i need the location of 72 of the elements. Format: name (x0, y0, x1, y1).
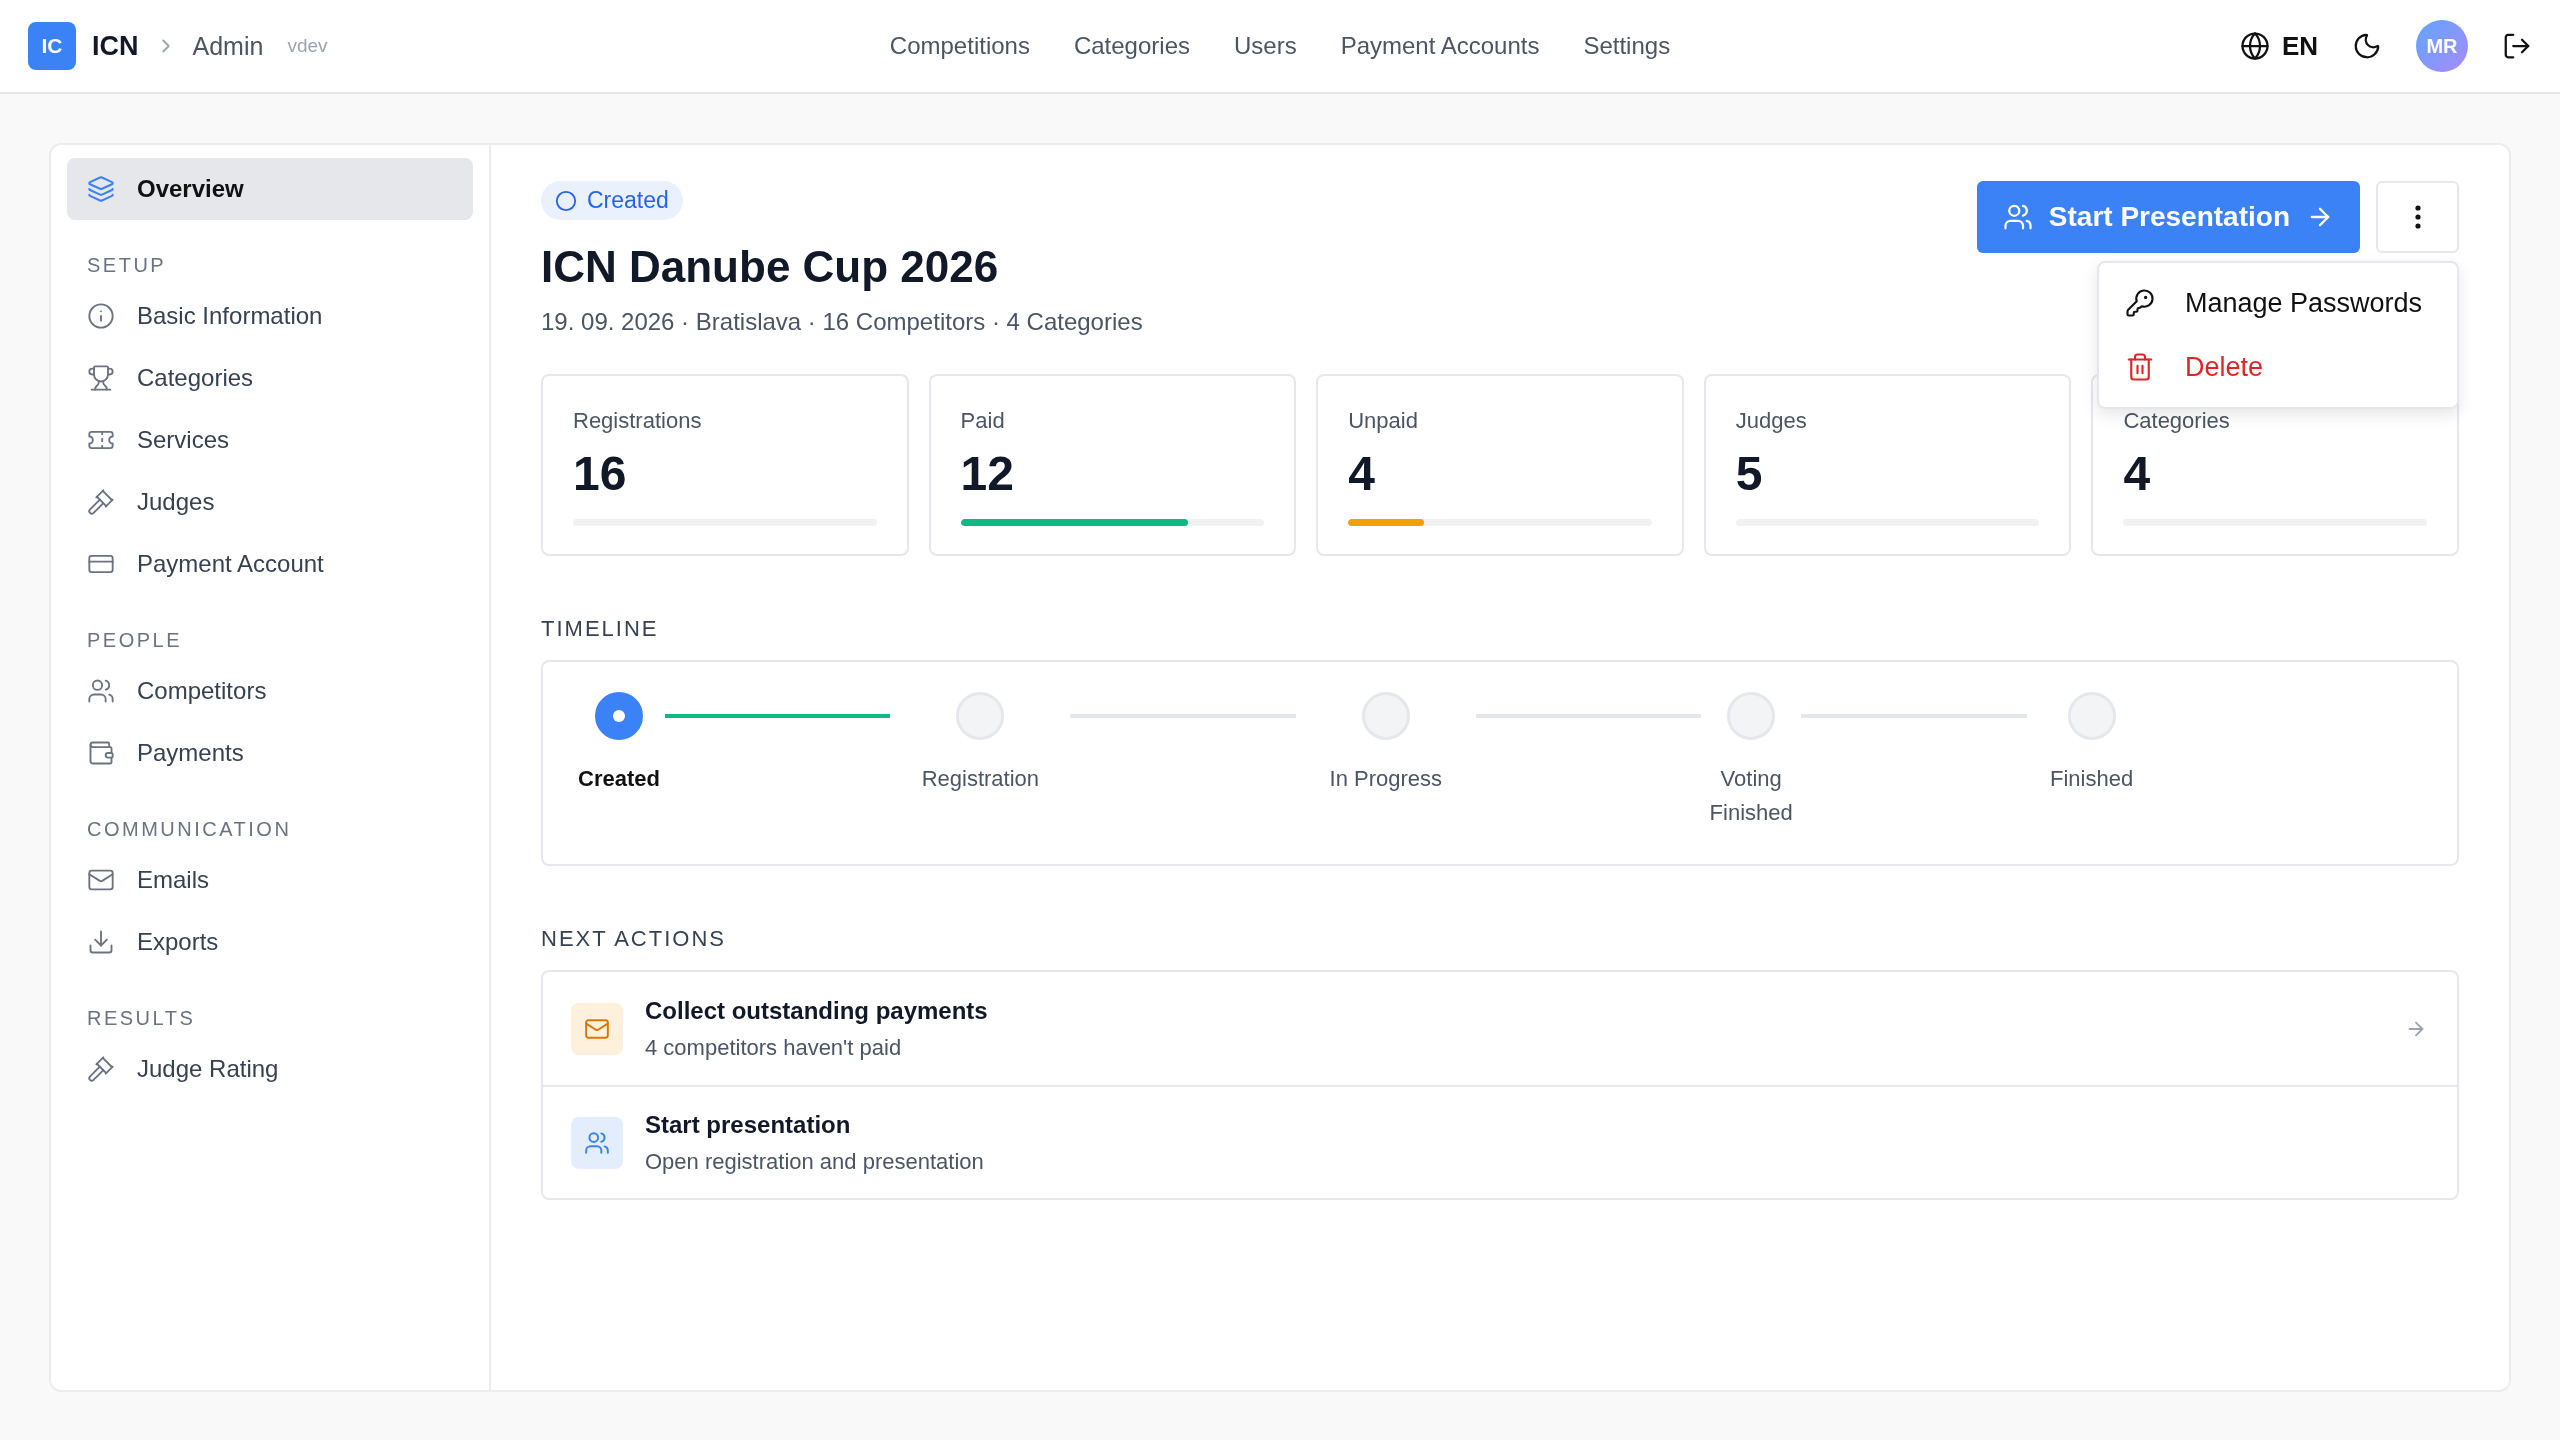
start-presentation-button[interactable]: Start Presentation (1976, 181, 2360, 253)
stat-label: Categories (2123, 408, 2231, 434)
users-icon (571, 1116, 623, 1169)
stat-label: Paid (960, 408, 1006, 434)
stat-value: 4 (1348, 446, 1376, 501)
logo[interactable]: IC (28, 22, 76, 70)
sidebar-item[interactable]: Judge Rating (67, 1038, 473, 1100)
action-subtitle: Open registration and presentation (645, 1148, 985, 1175)
page-subtitle: 19. 09. 2026 · Bratislava · 16 Competitors · 4 Categories (541, 308, 1143, 336)
stat-value: 16 (573, 446, 628, 501)
stat-label: Judges (1735, 408, 1808, 434)
trophy-icon (87, 364, 115, 392)
action-subtitle: 4 competitors haven't paid (645, 1034, 903, 1061)
mail-icon (571, 1002, 623, 1055)
dark-mode-button[interactable] (2352, 31, 2382, 61)
sidebar-item[interactable]: Payments (67, 722, 473, 784)
users-icon (87, 677, 115, 705)
sidebar-item[interactable]: Competitors (67, 660, 473, 722)
info-icon (87, 302, 115, 330)
section-title: PEOPLE (86, 629, 184, 652)
timeline-label: In Progress (1329, 765, 1443, 793)
sidebar-item[interactable]: Emails (67, 849, 473, 911)
sidebar-item[interactable]: Overview (67, 158, 473, 220)
sidebar-item[interactable]: Basic Information (67, 285, 473, 347)
page-title: ICN Danube Cup 2026 (541, 242, 1000, 292)
section-title: COMMUNICATION (86, 818, 293, 841)
timeline-label: Finished (2050, 765, 2134, 793)
menu-item[interactable]: Delete (2107, 335, 2449, 399)
users-icon (2002, 202, 2033, 232)
timeline-label: Registration (921, 765, 1040, 793)
sidebar-item[interactable]: Judges (67, 471, 473, 533)
sidebar-item[interactable]: Exports (67, 911, 473, 973)
stat-label: Unpaid (1348, 408, 1419, 434)
globe-icon (2239, 31, 2270, 61)
section-title: NEXT ACTIONS (541, 926, 727, 952)
nav-link[interactable]: Payment Accounts (1340, 32, 1540, 60)
stat-value: 5 (1735, 446, 1764, 501)
breadcrumb-item: Admin (192, 31, 264, 61)
action-title: Start presentation (645, 1110, 852, 1139)
brand-name: ICN (92, 30, 139, 62)
layers-icon (87, 175, 115, 203)
status-badge: Created (541, 181, 683, 220)
timeline-label: Voting Finished (1708, 765, 1794, 827)
timeline-label: Created (578, 765, 660, 793)
key-icon (2125, 288, 2155, 318)
action-title: Collect outstanding payments (645, 996, 989, 1025)
nav-link[interactable]: Categories (1073, 32, 1190, 60)
stat-label: Registrations (573, 408, 703, 434)
more-icon (2414, 205, 2421, 229)
download-icon (87, 928, 115, 956)
menu-item[interactable]: Manage Passwords (2107, 271, 2449, 335)
gavel-icon (87, 488, 115, 516)
stat-value: 4 (2123, 446, 2152, 501)
nav-link[interactable]: Users (1234, 32, 1297, 60)
gavel-icon (87, 1055, 115, 1083)
action-row[interactable]: Collect outstanding payments 4 competitors haven't paid (543, 972, 2457, 1085)
sidebar-item[interactable]: Services (67, 409, 473, 471)
section-title: TIMELINE (541, 616, 660, 642)
logout-button[interactable] (2502, 31, 2532, 61)
sidebar-item[interactable]: Categories (67, 347, 473, 409)
stat-value: 12 (960, 446, 1015, 501)
section-title: SETUP (86, 254, 168, 277)
nav-link[interactable]: Competitions (889, 32, 1030, 60)
nav-link[interactable]: Settings (1583, 32, 1671, 60)
environment-label: vdev (287, 35, 328, 57)
sidebar-item[interactable]: Payment Account (67, 533, 473, 595)
language-button[interactable]: EN (2239, 30, 2318, 62)
section-title: RESULTS (86, 1007, 197, 1030)
action-row[interactable]: Start presentation Open registration and presentation (543, 1085, 2457, 1198)
wallet-icon (87, 739, 115, 767)
trash-icon (2125, 352, 2155, 382)
dot-icon (613, 710, 625, 722)
